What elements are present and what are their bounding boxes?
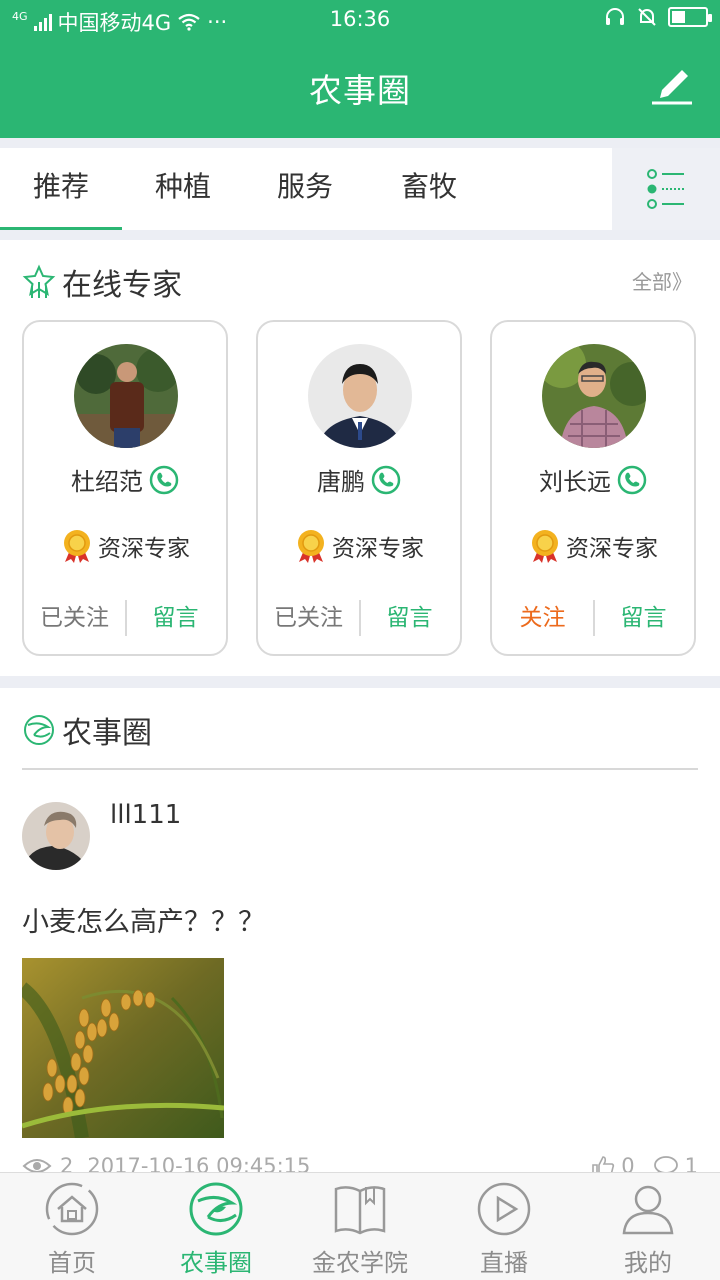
nav-label: 我的 [624,1249,672,1277]
battery-icon [668,7,712,27]
expert-avatar[interactable] [308,344,412,448]
nav-label: 金农学院 [312,1249,408,1277]
nav-label: 农事圈 [180,1249,252,1277]
expert-name: 唐鹏 [317,468,365,496]
expert-badge-icon [22,264,56,298]
expert-level: 资深专家 [566,536,658,562]
book-icon [334,1186,386,1235]
expert-card[interactable]: 杜绍范 资深专家 已关注 留言 [22,320,228,656]
message-button[interactable]: 留言 [593,598,694,638]
app-header: 4G 中国移动4G ··· 16:36 农事圈 [0,0,720,138]
page-title: 农事圈 [309,71,411,110]
divider [0,676,720,688]
play-icon [477,1182,531,1236]
nav-live[interactable]: 直播 [432,1173,576,1280]
circle-icon [189,1182,243,1236]
post-meta: 2 2017-10-16 09:45:15 0 1 [22,1154,698,1174]
nav-farming-circle[interactable]: 农事圈 [144,1173,288,1280]
tab-recommend[interactable]: 推荐 [0,148,122,230]
medal-icon [298,530,324,563]
section-title: 在线专家 [62,268,182,303]
divider [0,138,720,148]
view-count: 2 [60,1154,74,1174]
home-icon [45,1182,99,1236]
message-button[interactable]: 留言 [125,598,226,638]
nav-academy[interactable]: 金农学院 [288,1173,432,1280]
category-menu-button[interactable] [612,148,720,230]
pencil-icon[interactable] [648,60,696,106]
post-image[interactable] [22,958,224,1138]
expert-name: 刘长远 [539,468,611,496]
like-count: 0 [621,1154,635,1174]
expert-avatar[interactable] [542,344,646,448]
nav-label: 直播 [480,1249,528,1277]
follow-button[interactable]: 已关注 [24,598,125,638]
phone-icon[interactable] [371,465,401,495]
post-text[interactable]: 小麦怎么高产？？？ [22,900,265,939]
nav-mine[interactable]: 我的 [576,1173,720,1280]
bottom-navigation: 首页 农事圈 金农学院 直播 我的 [0,1172,720,1280]
status-bar: 4G 中国移动4G ··· 16:36 [0,0,720,40]
divider [22,768,698,770]
follow-button[interactable]: 已关注 [258,598,359,638]
expert-avatar[interactable] [74,344,178,448]
phone-icon[interactable] [149,465,179,495]
farming-circle-feed: 农事圈 lll111 小麦怎么高产？？？ 2 2017-10-16 09:45:… [0,688,720,1174]
view-all-link[interactable]: 全部》 [632,266,692,295]
tab-service[interactable]: 服务 [244,148,366,230]
expert-card[interactable]: 刘长远 资深专家 关注 留言 [490,320,696,656]
expert-card[interactable]: 唐鹏 资深专家 已关注 留言 [256,320,462,656]
post-timestamp: 2017-10-16 09:45:15 [87,1154,311,1174]
post-username[interactable]: lll111 [110,800,181,830]
online-experts-section: 在线专家 全部》 杜绍范 资深专家 已关注 留言 唐鹏 资深专家 已关注 留言 … [0,240,720,676]
headset-icon [606,8,624,25]
follow-button[interactable]: 关注 [492,598,593,638]
expert-name: 杜绍范 [71,468,143,496]
expert-level: 资深专家 [332,536,424,562]
medal-icon [64,530,90,563]
section-title: 农事圈 [62,716,152,751]
comment-count: 1 [684,1154,698,1174]
phone-icon[interactable] [617,465,647,495]
medal-icon [532,530,558,563]
message-button[interactable]: 留言 [359,598,460,638]
user-avatar[interactable] [22,802,90,870]
category-tabs: 推荐 种植 服务 畜牧 [0,148,720,230]
tab-livestock[interactable]: 畜牧 [366,148,492,230]
list-icon [647,169,684,209]
farming-circle-icon [24,715,54,745]
expert-level: 资深专家 [98,536,190,562]
tab-planting[interactable]: 种植 [122,148,244,230]
divider [0,230,720,240]
mute-bell-icon [638,8,656,26]
nav-home[interactable]: 首页 [0,1173,144,1280]
user-icon [622,1185,674,1235]
nav-label: 首页 [48,1249,96,1277]
